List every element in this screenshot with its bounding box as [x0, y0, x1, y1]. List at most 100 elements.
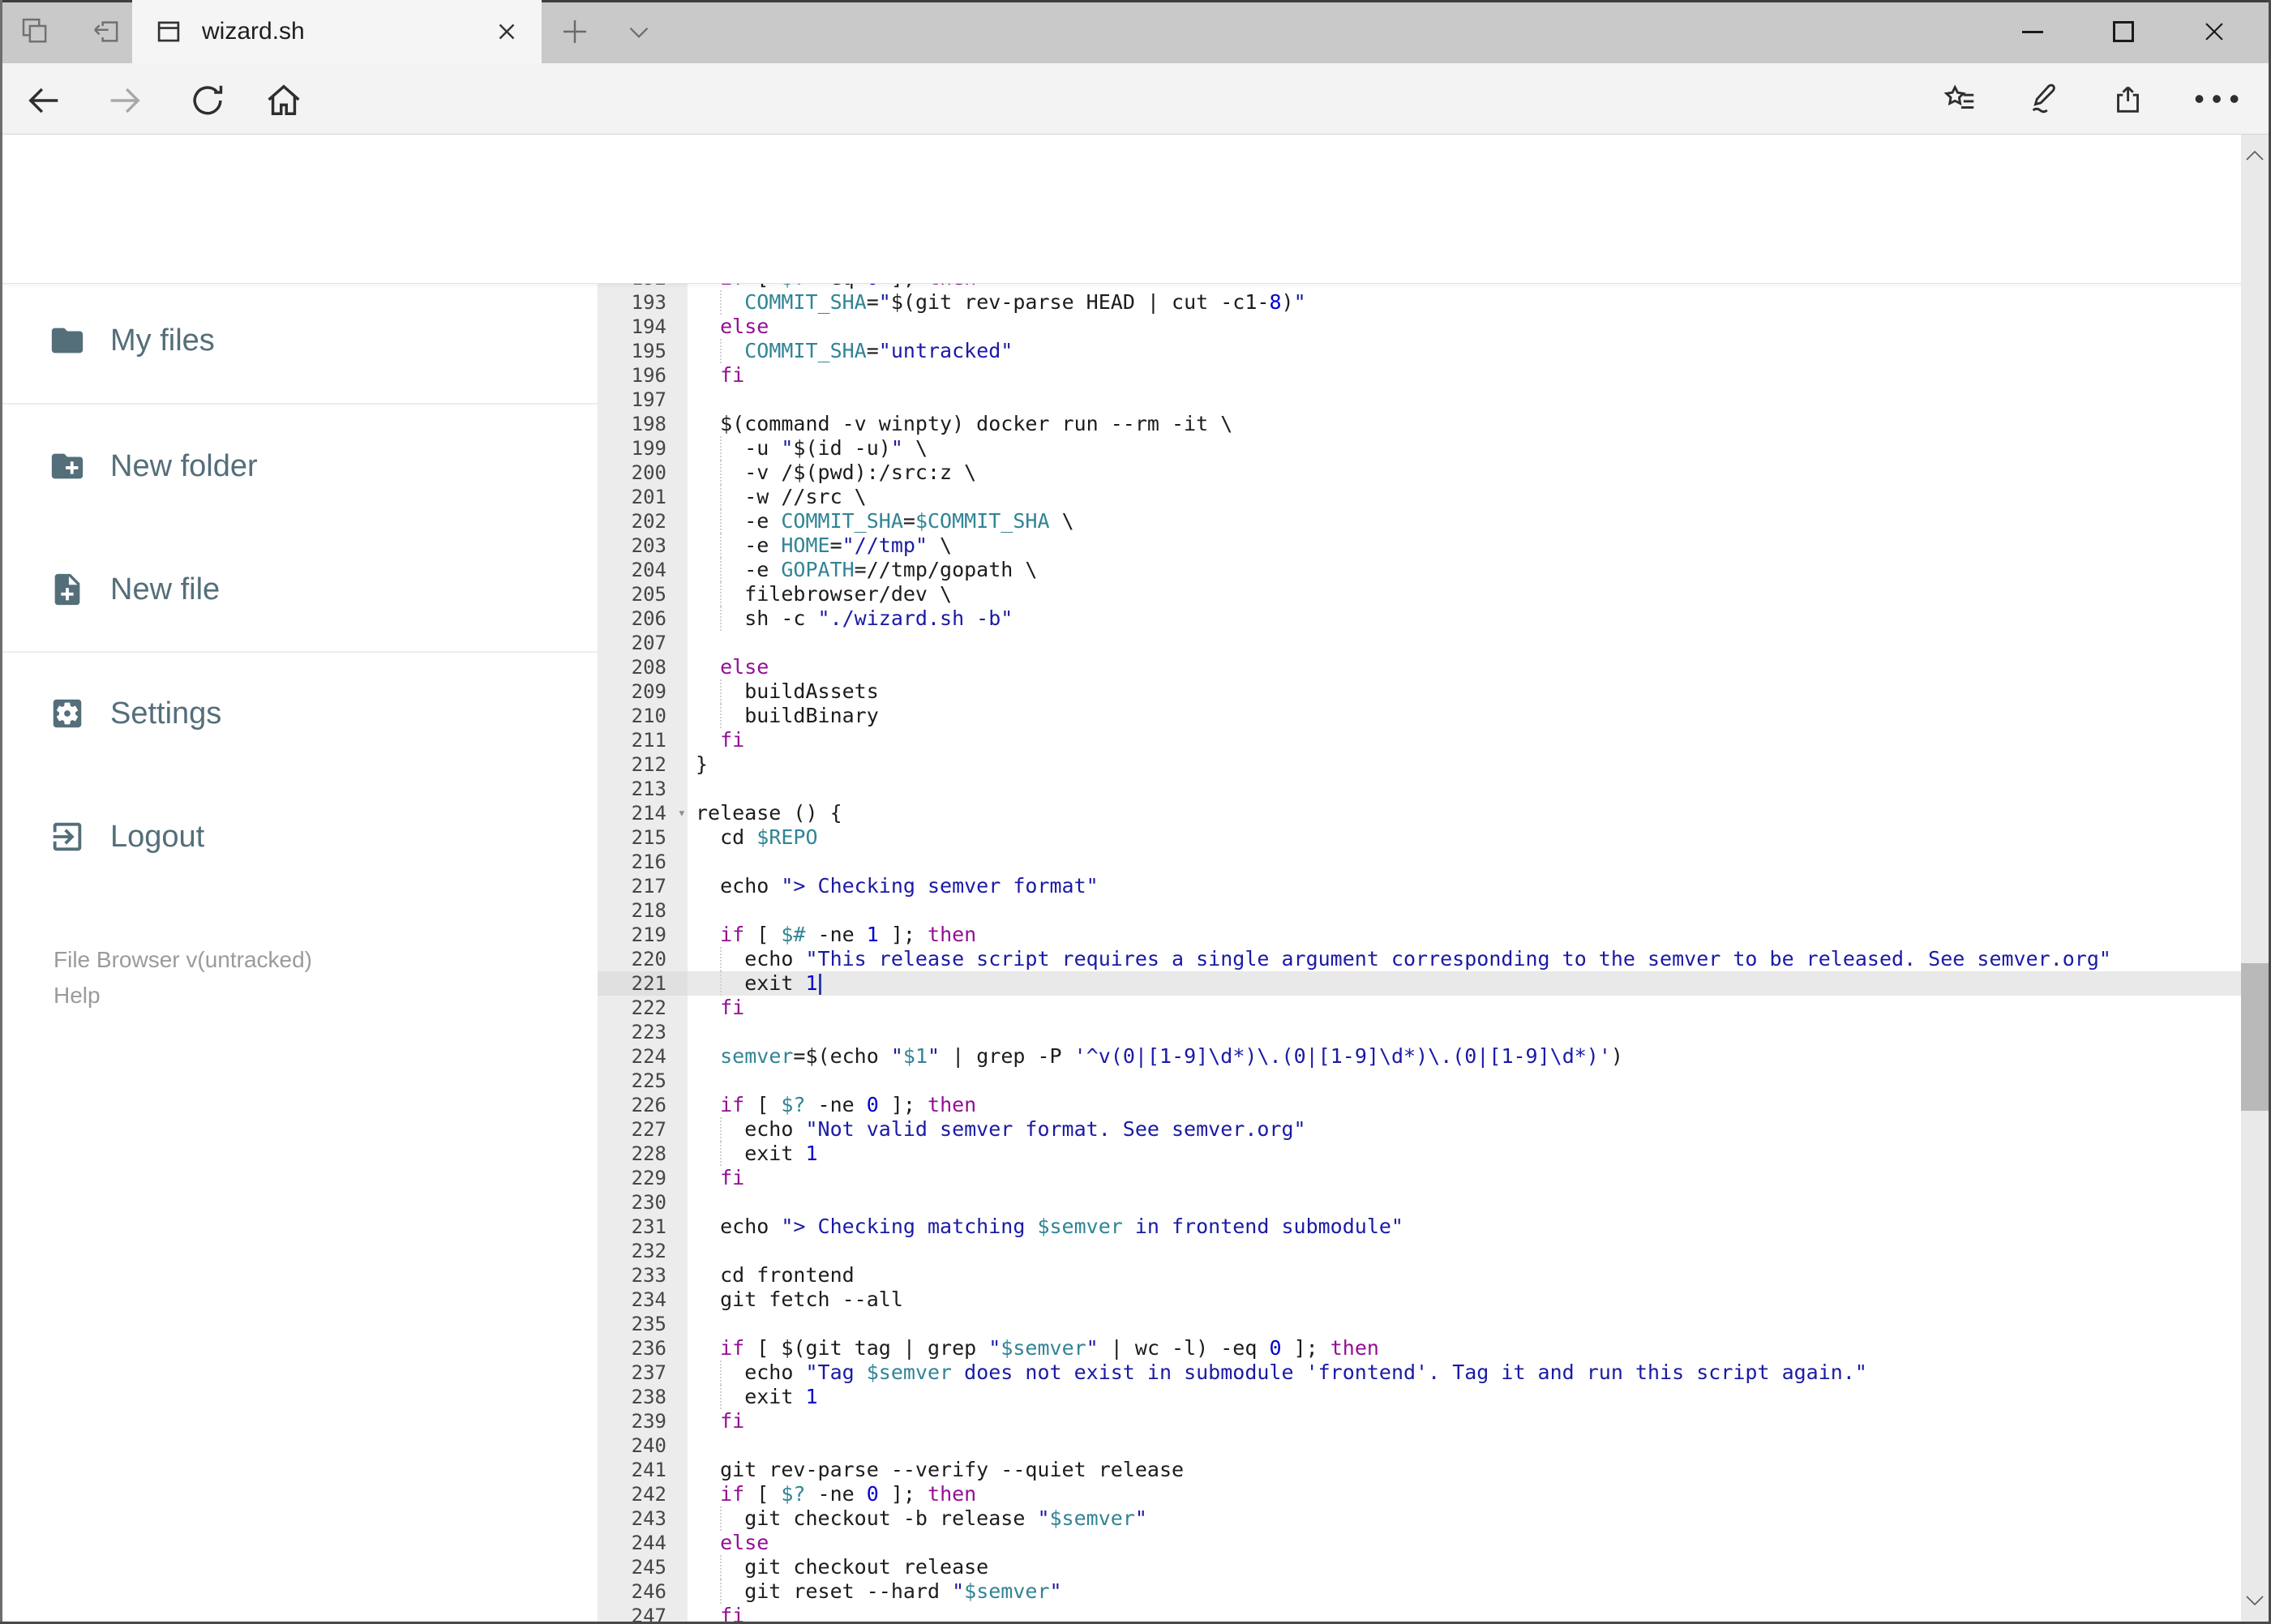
tab-list-chevron-icon[interactable] [623, 18, 655, 47]
home-icon[interactable] [263, 79, 305, 122]
code-line[interactable]: 234 git fetch --all [598, 1288, 2243, 1312]
code-text[interactable] [688, 1312, 2243, 1336]
line-number[interactable]: 245 [598, 1555, 688, 1579]
line-number[interactable]: 226 [598, 1093, 688, 1117]
code-text[interactable]: fi [688, 1166, 2243, 1190]
line-number[interactable]: 211 [598, 728, 688, 752]
line-number[interactable]: 217 [598, 874, 688, 898]
page-scrollbar[interactable] [2241, 135, 2269, 1622]
code-line[interactable]: 245 git checkout release [598, 1555, 2243, 1579]
code-text[interactable]: $(command -v winpty) docker run --rm -it… [688, 412, 2243, 436]
code-line[interactable]: 227 echo "Not valid semver format. See s… [598, 1117, 2243, 1142]
minimize-button[interactable] [1987, 0, 2078, 63]
code-text[interactable] [688, 1433, 2243, 1458]
code-line[interactable]: 226 if [ $? -ne 0 ]; then [598, 1093, 2243, 1117]
browser-tab[interactable]: wizard.sh [132, 0, 542, 63]
line-number[interactable]: 220 [598, 947, 688, 971]
line-number[interactable]: 194 [598, 315, 688, 339]
code-line[interactable]: 211 fi [598, 728, 2243, 752]
code-text[interactable]: sh -c "./wizard.sh -b" [688, 606, 2243, 631]
line-number[interactable]: 213 [598, 777, 688, 801]
line-number[interactable]: 199 [598, 436, 688, 461]
line-number[interactable]: 229 [598, 1166, 688, 1190]
code-line[interactable]: 241 git rev-parse --verify --quiet relea… [598, 1458, 2243, 1482]
code-line[interactable]: 240 [598, 1433, 2243, 1458]
code-text[interactable]: echo "Not valid semver format. See semve… [688, 1117, 2243, 1142]
line-number[interactable]: 233 [598, 1263, 688, 1288]
line-number[interactable]: 198 [598, 412, 688, 436]
code-line[interactable]: 247 fi [598, 1604, 2243, 1622]
line-number[interactable]: 246 [598, 1579, 688, 1604]
code-line[interactable]: 223 [598, 1020, 2243, 1044]
code-line[interactable]: 215 cd $REPO [598, 825, 2243, 850]
code-line[interactable]: 230 [598, 1190, 2243, 1215]
line-number[interactable]: 214 ▾ [598, 801, 688, 825]
code-text[interactable]: else [688, 315, 2243, 339]
line-number[interactable]: 192 [598, 284, 688, 290]
code-text[interactable]: git rev-parse --verify --quiet release [688, 1458, 2243, 1482]
code-text[interactable]: exit 1 [688, 1385, 2243, 1409]
line-number[interactable]: 242 [598, 1482, 688, 1506]
line-number[interactable]: 223 [598, 1020, 688, 1044]
code-line[interactable]: 222 fi [598, 996, 2243, 1020]
code-line[interactable]: 209 buildAssets [598, 679, 2243, 704]
code-line[interactable]: 231 echo "> Checking matching $semver in… [598, 1215, 2243, 1239]
code-line[interactable]: 219 if [ $# -ne 1 ]; then [598, 923, 2243, 947]
code-text[interactable]: fi [688, 728, 2243, 752]
code-line[interactable]: 207 [598, 631, 2243, 655]
line-number[interactable]: 212 [598, 752, 688, 777]
code-text[interactable] [688, 1020, 2243, 1044]
line-number[interactable]: 238 [598, 1385, 688, 1409]
code-text[interactable]: -e GOPATH=//tmp/gopath \ [688, 558, 2243, 582]
code-line[interactable]: 232 [598, 1239, 2243, 1263]
line-number[interactable]: 228 [598, 1142, 688, 1166]
line-number[interactable]: 225 [598, 1069, 688, 1093]
code-line[interactable]: 246 git reset --hard "$semver" [598, 1579, 2243, 1604]
code-text[interactable]: } [688, 752, 2243, 777]
line-number[interactable]: 200 [598, 461, 688, 485]
code-text[interactable]: buildAssets [688, 679, 2243, 704]
line-number[interactable]: 247 [598, 1604, 688, 1622]
line-number[interactable]: 232 [598, 1239, 688, 1263]
code-line[interactable]: 205 filebrowser/dev \ [598, 582, 2243, 606]
code-text[interactable]: echo "Tag $semver does not exist in subm… [688, 1360, 2243, 1385]
code-text[interactable]: if [ $# -ne 1 ]; then [688, 923, 2243, 947]
code-text[interactable] [688, 898, 2243, 923]
code-line[interactable]: 202 -e COMMIT_SHA=$COMMIT_SHA \ [598, 509, 2243, 533]
code-editor[interactable]: 192 if [ $? -eq 0 ]; then193 COMMIT_SHA=… [598, 284, 2243, 1622]
line-number[interactable]: 227 [598, 1117, 688, 1142]
scroll-up-icon[interactable] [2241, 139, 2269, 172]
code-text[interactable]: git checkout -b release "$semver" [688, 1506, 2243, 1531]
code-line[interactable]: 218 [598, 898, 2243, 923]
code-text[interactable]: echo "> Checking matching $semver in fro… [688, 1215, 2243, 1239]
code-text[interactable]: else [688, 1531, 2243, 1555]
code-line[interactable]: 194 else [598, 315, 2243, 339]
line-number[interactable]: 207 [598, 631, 688, 655]
tab-preview-icon[interactable] [18, 15, 52, 49]
line-number[interactable]: 224 [598, 1044, 688, 1069]
code-line[interactable]: 203 -e HOME="//tmp" \ [598, 533, 2243, 558]
sidebar-item-my-files[interactable]: My files [0, 302, 598, 379]
line-number[interactable]: 203 [598, 533, 688, 558]
code-text[interactable]: git fetch --all [688, 1288, 2243, 1312]
code-text[interactable]: git reset --hard "$semver" [688, 1579, 2243, 1604]
line-number[interactable]: 243 [598, 1506, 688, 1531]
code-text[interactable]: cd $REPO [688, 825, 2243, 850]
line-number[interactable]: 210 [598, 704, 688, 728]
sidebar-item-new-file[interactable]: New file [0, 551, 598, 628]
line-number[interactable]: 216 [598, 850, 688, 874]
line-number[interactable]: 219 [598, 923, 688, 947]
line-number[interactable]: 230 [598, 1190, 688, 1215]
fold-arrow-icon[interactable]: ▾ [678, 801, 686, 825]
code-line[interactable]: 196 fi [598, 363, 2243, 388]
sidebar-item-logout[interactable]: Logout [0, 798, 598, 876]
web-notes-pen-icon[interactable] [2025, 80, 2063, 118]
set-tabs-aside-icon[interactable] [89, 15, 123, 49]
code-line[interactable]: 220 echo "This release script requires a… [598, 947, 2243, 971]
sidebar-item-settings[interactable]: Settings [0, 675, 598, 752]
code-text[interactable] [688, 631, 2243, 655]
sidebar-item-new-folder[interactable]: New folder [0, 427, 598, 505]
line-number[interactable]: 222 [598, 996, 688, 1020]
code-text[interactable]: -v /$(pwd):/src:z \ [688, 461, 2243, 485]
line-number[interactable]: 234 [598, 1288, 688, 1312]
